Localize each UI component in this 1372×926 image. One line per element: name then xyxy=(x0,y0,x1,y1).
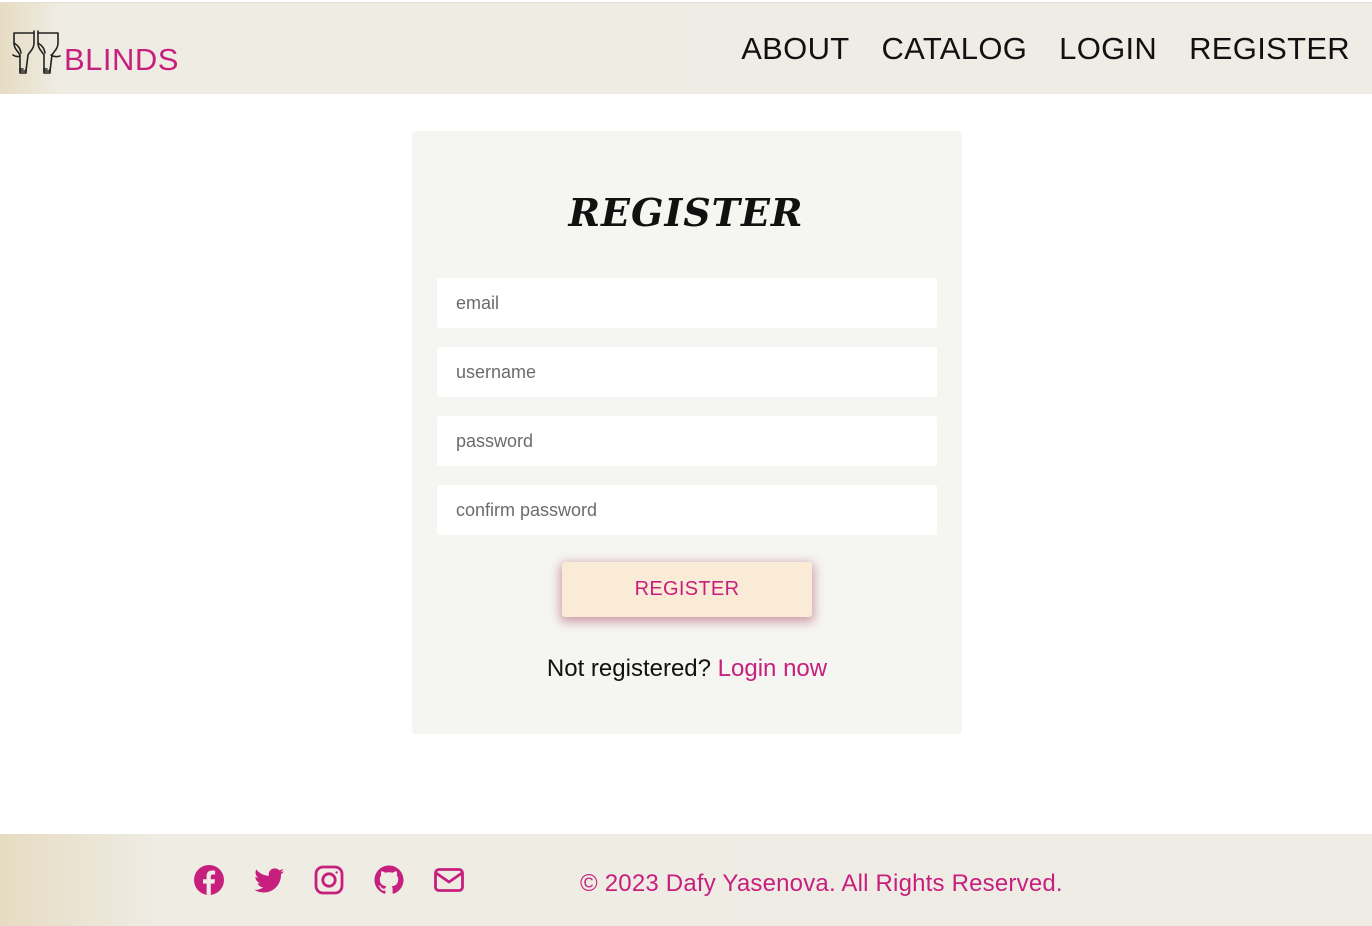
twitter-icon[interactable] xyxy=(253,864,285,896)
instagram-icon[interactable] xyxy=(313,864,345,896)
site-footer: © 2023 Dafy Yasenova. All Rights Reserve… xyxy=(0,834,1372,926)
login-now-link[interactable]: Login now xyxy=(718,655,827,682)
login-prompt-text: Not registered? xyxy=(546,655,711,682)
nav-register[interactable]: REGISTER xyxy=(1189,33,1350,64)
github-icon[interactable] xyxy=(373,864,405,896)
email-field[interactable] xyxy=(437,278,937,328)
brand-logo-link[interactable]: BLINDS xyxy=(12,23,179,75)
facebook-icon[interactable] xyxy=(193,864,225,896)
copyright-text: © 2023 Dafy Yasenova. All Rights Reserve… xyxy=(580,870,1063,897)
mail-icon[interactable] xyxy=(433,864,465,896)
main-nav: ABOUT CATALOG LOGIN REGISTER xyxy=(741,33,1350,64)
username-field[interactable] xyxy=(437,347,937,397)
password-field[interactable] xyxy=(437,416,937,466)
site-header: BLINDS ABOUT CATALOG LOGIN REGISTER xyxy=(0,2,1372,94)
register-button[interactable]: REGISTER xyxy=(562,562,812,617)
nav-catalog[interactable]: CATALOG xyxy=(882,33,1028,64)
brand-name: BLINDS xyxy=(64,42,179,77)
login-prompt: Not registered? Login now xyxy=(412,655,962,683)
social-links xyxy=(193,864,465,896)
nav-login[interactable]: LOGIN xyxy=(1059,33,1157,64)
curtains-icon xyxy=(12,30,61,74)
nav-about[interactable]: ABOUT xyxy=(741,33,849,64)
confirm-password-field[interactable] xyxy=(437,485,937,535)
register-title: REGISTER xyxy=(568,190,804,235)
